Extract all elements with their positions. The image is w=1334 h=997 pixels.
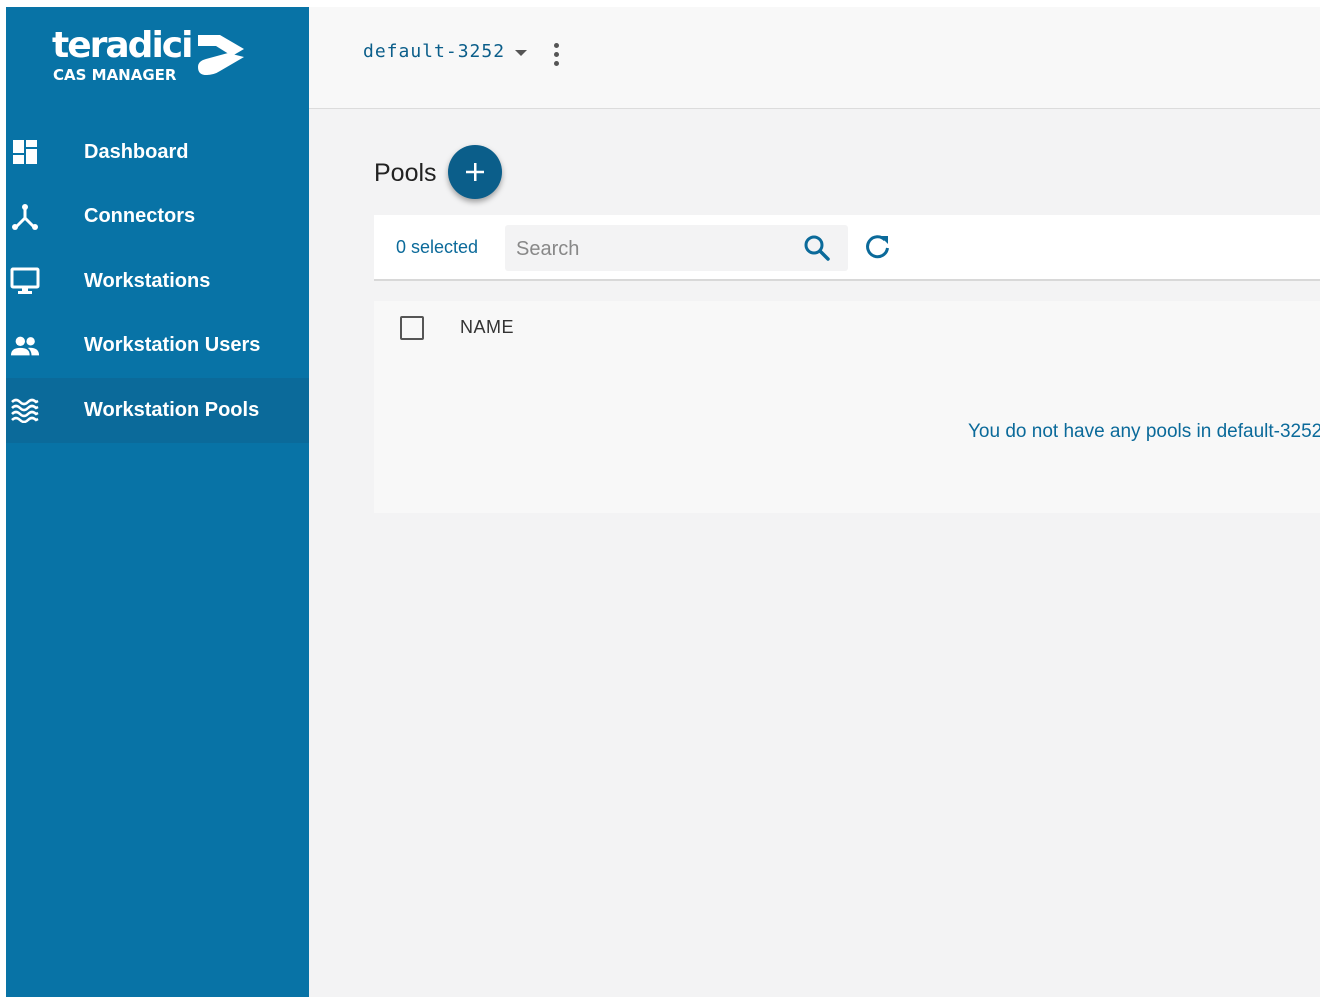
table-toolbar: 0 selected	[374, 215, 1320, 281]
select-all-checkbox[interactable]	[400, 316, 424, 340]
top-bar: default-3252	[309, 7, 1320, 109]
sidebar-item-workstations[interactable]: Workstations	[6, 249, 309, 314]
deployment-name: default-3252	[363, 41, 506, 62]
sidebar-item-label: Workstations	[84, 269, 211, 292]
search-input[interactable]	[505, 225, 808, 273]
sidebar: teradici CAS MANAGER Dashboard Connector…	[6, 7, 309, 997]
plus-icon	[466, 163, 484, 181]
sidebar-item-workstation-pools[interactable]: Workstation Pools	[6, 378, 309, 443]
sidebar-item-label: Connectors	[84, 205, 196, 228]
connectors-icon	[10, 202, 40, 232]
sidebar-item-connectors[interactable]: Connectors	[6, 185, 309, 250]
users-icon	[10, 331, 40, 361]
column-header-name[interactable]: NAME	[460, 317, 514, 338]
teradici-mark-icon	[198, 35, 244, 75]
sidebar-item-workstation-users[interactable]: Workstation Users	[6, 314, 309, 379]
empty-state-message: You do not have any pools in default-325…	[968, 421, 1320, 442]
logo-product-name: CAS MANAGER	[53, 66, 177, 84]
pools-table: NAME You do not have any pools in defaul…	[374, 301, 1320, 513]
search-box	[505, 225, 848, 273]
dashboard-icon	[10, 137, 40, 167]
selected-count: 0 selected	[396, 237, 479, 257]
teradici-logo[interactable]: teradici CAS MANAGER	[52, 27, 262, 89]
page-title: Pools	[374, 159, 437, 187]
app-window: teradici CAS MANAGER Dashboard Connector…	[6, 7, 1320, 997]
sidebar-item-label: Dashboard	[84, 140, 189, 163]
caret-down-icon	[515, 49, 528, 56]
logo-wordmark: teradici	[52, 25, 193, 66]
sidebar-item-label: Workstation Pools	[84, 398, 260, 421]
sidebar-item-dashboard[interactable]: Dashboard	[6, 120, 309, 185]
refresh-icon[interactable]	[864, 233, 892, 261]
add-pool-button[interactable]	[448, 145, 502, 199]
pools-icon	[10, 395, 40, 425]
deployment-selector[interactable]: default-3252	[363, 41, 528, 62]
sidebar-nav: Dashboard Connectors Workstations Workst…	[6, 120, 309, 443]
sidebar-item-label: Workstation Users	[84, 334, 261, 357]
more-options-icon[interactable]	[551, 43, 561, 69]
monitor-icon	[10, 266, 40, 296]
search-icon[interactable]	[803, 234, 831, 262]
